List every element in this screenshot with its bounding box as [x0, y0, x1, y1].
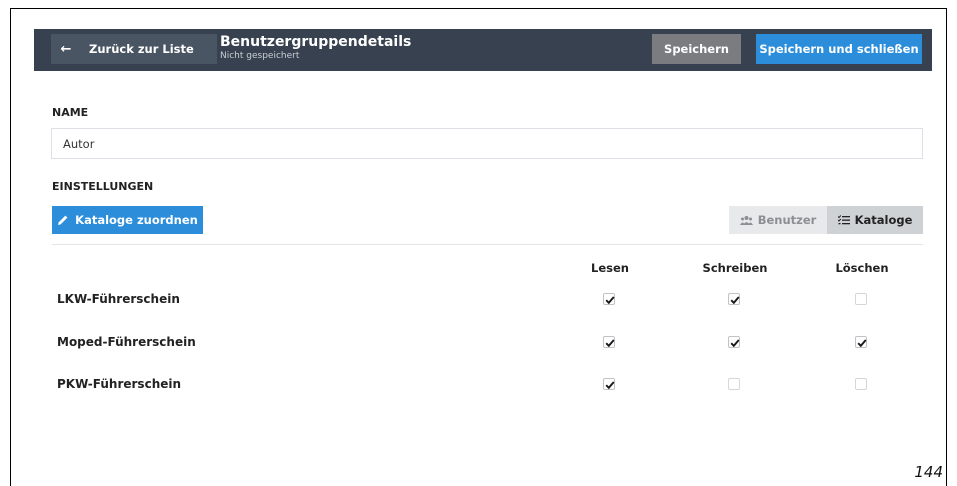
- check-icon: [605, 381, 615, 390]
- checkbox-schreiben[interactable]: [728, 336, 740, 348]
- name-input[interactable]: [51, 128, 923, 159]
- pencil-icon: [58, 215, 68, 225]
- column-header-lesen: Lesen: [591, 261, 629, 275]
- save-status: Nicht gespeichert: [220, 51, 300, 61]
- checkbox-lesen[interactable]: [603, 293, 615, 305]
- check-icon: [730, 296, 740, 305]
- checkbox-loeschen[interactable]: [855, 293, 867, 305]
- view-toggle: Benutzer Kataloge: [729, 206, 923, 234]
- settings-section-label: EINSTELLUNGEN: [52, 180, 154, 193]
- page-number: 144: [914, 463, 943, 481]
- toggle-catalogs[interactable]: Kataloge: [827, 206, 923, 234]
- checkbox-loeschen[interactable]: [855, 378, 867, 390]
- header-bar: ← Zurück zur Liste Benutzergruppendetail…: [34, 29, 932, 71]
- divider: [52, 244, 923, 245]
- check-icon: [730, 339, 740, 348]
- check-icon: [605, 339, 615, 348]
- users-icon: [739, 216, 753, 225]
- document-frame: [10, 8, 947, 486]
- row-label: PKW-Führerschein: [57, 377, 182, 391]
- checkbox-lesen[interactable]: [603, 336, 615, 348]
- list-check-icon: [837, 215, 850, 225]
- assign-catalogs-button[interactable]: Kataloge zuordnen: [52, 206, 203, 234]
- checkbox-schreiben[interactable]: [728, 378, 740, 390]
- title-block: Benutzergruppendetails Nicht gespeichert: [220, 33, 411, 62]
- column-header-loeschen: Löschen: [835, 261, 889, 275]
- back-to-list-button[interactable]: ← Zurück zur Liste: [51, 34, 217, 64]
- row-label: Moped-Führerschein: [57, 335, 196, 349]
- save-and-close-button[interactable]: Speichern und schließen: [756, 34, 922, 64]
- row-label: LKW-Führerschein: [57, 292, 180, 306]
- back-button-label: Zurück zur Liste: [89, 42, 194, 56]
- name-section-label: NAME: [52, 106, 89, 119]
- checkbox-schreiben[interactable]: [728, 293, 740, 305]
- column-header-schreiben: Schreiben: [702, 261, 768, 275]
- save-button[interactable]: Speichern: [652, 34, 741, 64]
- check-icon: [857, 339, 867, 348]
- toggle-catalogs-label: Kataloge: [854, 213, 913, 227]
- arrow-left-icon: ←: [60, 41, 72, 57]
- check-icon: [605, 296, 615, 305]
- toggle-users-label: Benutzer: [757, 213, 817, 227]
- page-title: Benutzergruppendetails: [220, 34, 412, 50]
- toggle-users[interactable]: Benutzer: [729, 206, 827, 234]
- checkbox-lesen[interactable]: [603, 378, 615, 390]
- checkbox-loeschen[interactable]: [855, 336, 867, 348]
- assign-catalogs-label: Kataloge zuordnen: [75, 213, 198, 227]
